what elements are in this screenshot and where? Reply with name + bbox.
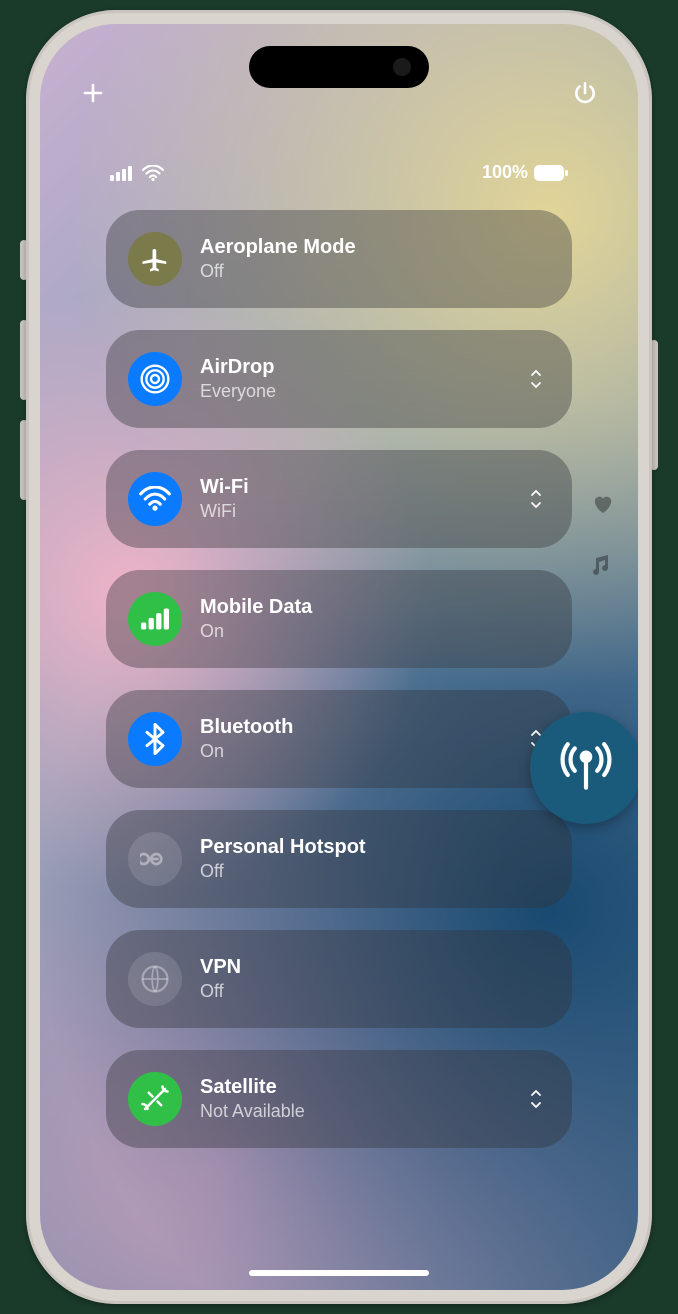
music-icon[interactable]: [592, 554, 614, 576]
battery-percent: 100%: [482, 162, 528, 183]
tile-subtitle: Everyone: [200, 381, 276, 402]
tile-subtitle: WiFi: [200, 501, 249, 522]
tile-subtitle: Off: [200, 261, 356, 282]
cellular-signal-icon: [110, 165, 134, 181]
antenna-icon: [558, 740, 614, 796]
tile-subtitle: Off: [200, 981, 241, 1002]
tile-title: Satellite: [200, 1076, 305, 1099]
tile-title: AirDrop: [200, 356, 276, 379]
phone-frame: 100% Aeroplane Mode Off: [26, 10, 652, 1304]
tile-subtitle: Off: [200, 861, 366, 882]
tile-title: Mobile Data: [200, 596, 312, 619]
bluetooth-icon: [128, 712, 182, 766]
airdrop-tile[interactable]: AirDrop Everyone: [106, 330, 572, 428]
page-rail: [592, 494, 614, 576]
wifi-status-icon: [142, 165, 164, 181]
tile-title: Bluetooth: [200, 716, 293, 739]
satellite-icon: [128, 1072, 182, 1126]
plus-icon: [81, 81, 105, 105]
tile-title: Aeroplane Mode: [200, 236, 356, 259]
personal-hotspot-tile[interactable]: Personal Hotspot Off: [106, 810, 572, 908]
expand-icon: [528, 368, 544, 390]
home-indicator[interactable]: [249, 1270, 429, 1276]
connectivity-list: Aeroplane Mode Off AirDrop Everyone: [106, 210, 572, 1148]
expand-icon: [528, 1088, 544, 1110]
vpn-tile[interactable]: VPN Off: [106, 930, 572, 1028]
wifi-icon: [128, 472, 182, 526]
bluetooth-tile[interactable]: Bluetooth On: [106, 690, 572, 788]
tile-title: Wi-Fi: [200, 476, 249, 499]
expand-icon: [528, 488, 544, 510]
tile-title: VPN: [200, 956, 241, 979]
mobile-data-tile[interactable]: Mobile Data On: [106, 570, 572, 668]
dynamic-island: [249, 46, 429, 88]
power-icon: [572, 80, 598, 106]
tile-subtitle: Not Available: [200, 1101, 305, 1122]
tile-subtitle: On: [200, 621, 312, 642]
connectivity-page-indicator[interactable]: [530, 712, 638, 824]
airdrop-icon: [128, 352, 182, 406]
power-button[interactable]: [570, 78, 600, 108]
hotspot-icon: [128, 832, 182, 886]
heart-icon[interactable]: [592, 494, 614, 514]
airplane-icon: [128, 232, 182, 286]
satellite-tile[interactable]: Satellite Not Available: [106, 1050, 572, 1148]
screen: 100% Aeroplane Mode Off: [40, 24, 638, 1290]
wifi-tile[interactable]: Wi-Fi WiFi: [106, 450, 572, 548]
vpn-icon: [128, 952, 182, 1006]
tile-subtitle: On: [200, 741, 293, 762]
cellular-icon: [128, 592, 182, 646]
aeroplane-mode-tile[interactable]: Aeroplane Mode Off: [106, 210, 572, 308]
add-control-button[interactable]: [78, 78, 108, 108]
battery-icon: [534, 165, 568, 181]
tile-title: Personal Hotspot: [200, 836, 366, 859]
